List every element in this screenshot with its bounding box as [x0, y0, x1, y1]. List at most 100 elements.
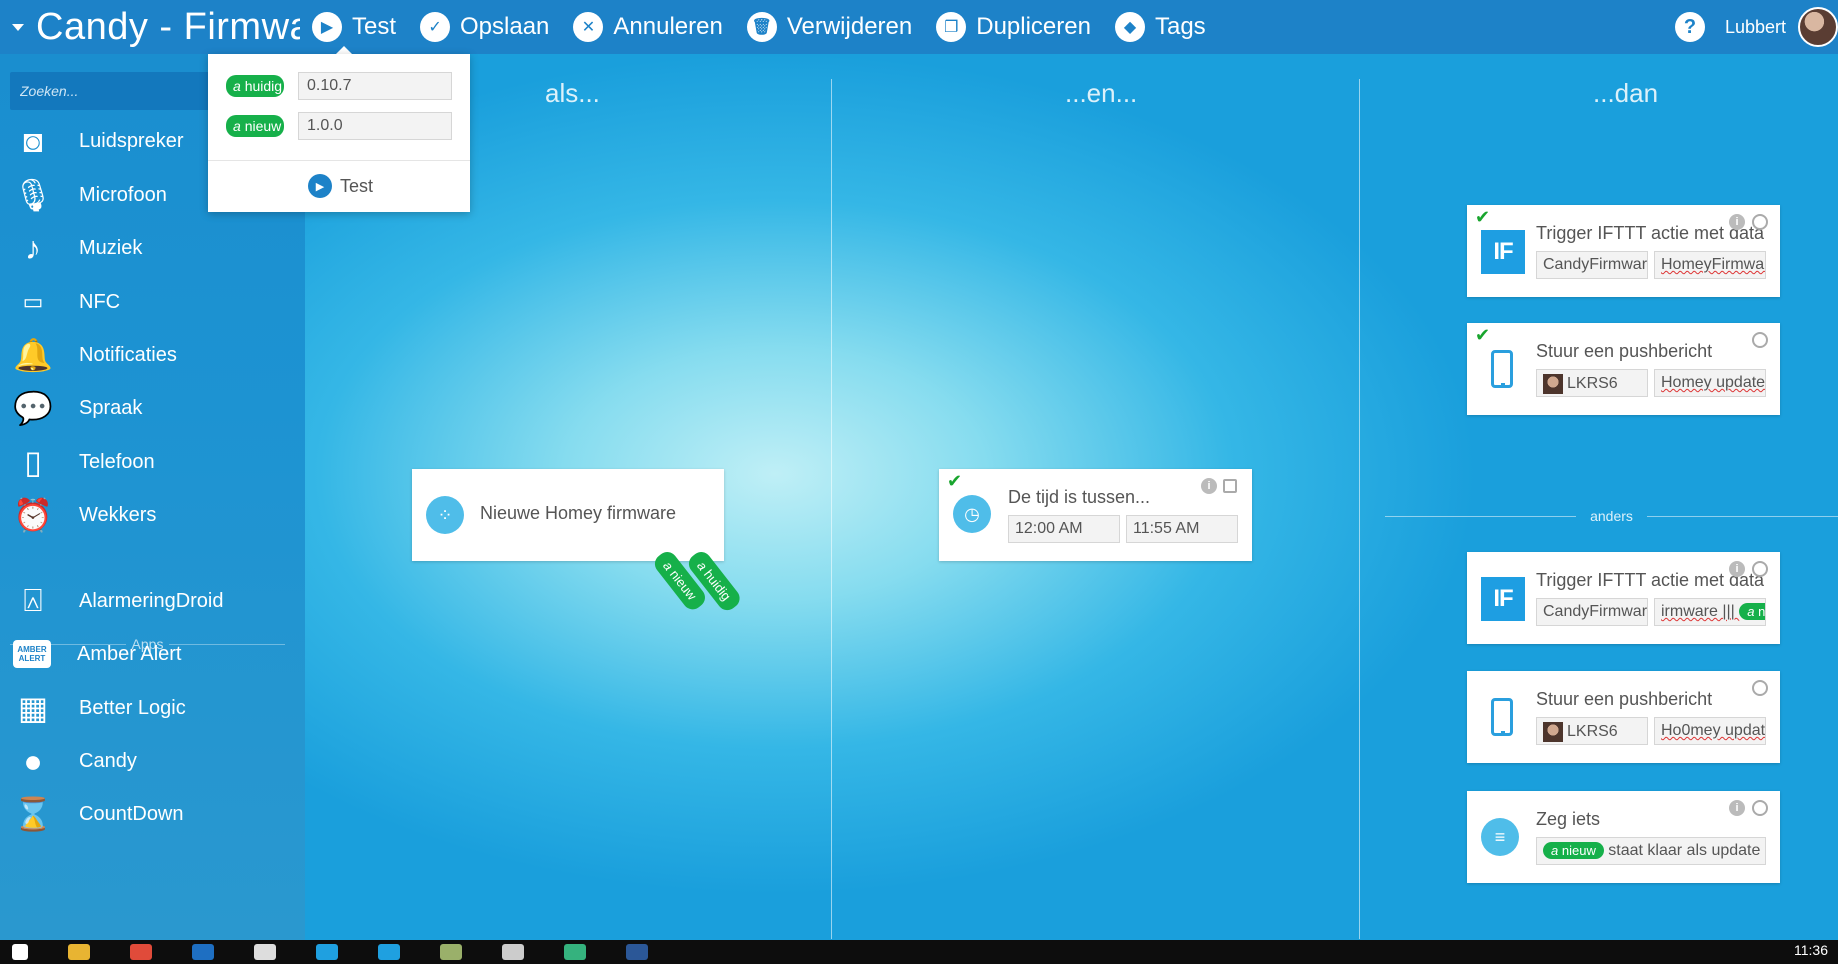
windows-start-icon[interactable] [12, 944, 28, 960]
skype-icon[interactable] [378, 944, 400, 960]
action-field[interactable]: CandyFirmware [1536, 251, 1648, 279]
app-icon[interactable] [502, 944, 524, 960]
sidebar-app-countdown[interactable]: ⌛ CountDown [0, 783, 305, 845]
flow-title[interactable]: Candy - Firmware [36, 6, 300, 49]
sidebar-item-spraak[interactable]: 💬 Spraak [0, 377, 305, 439]
user-select-field[interactable]: LKRS6 [1536, 369, 1648, 397]
title-area[interactable]: Candy - Firmware [0, 0, 300, 54]
action-field[interactable]: irmware ||| a nieuw [1654, 598, 1766, 626]
speaker-icon: ◙ [23, 122, 43, 159]
sidebar-item-label: Luidspreker [79, 129, 184, 152]
save-button[interactable]: ✓ Opslaan [408, 0, 561, 54]
timer-icon[interactable] [1752, 332, 1768, 348]
duplicate-label: Dupliceren [976, 13, 1091, 40]
notepad-icon[interactable] [440, 944, 462, 960]
chrome-icon[interactable] [130, 944, 152, 960]
search-input[interactable] [10, 72, 210, 110]
sidebar-app-amber-alert[interactable]: AMBER ALERT Amber Alert [0, 623, 305, 685]
sidebar-item-label: Muziek [79, 236, 143, 259]
word-icon[interactable] [626, 944, 648, 960]
skype-icon[interactable] [316, 944, 338, 960]
time-from-field[interactable]: 12:00 AM [1008, 515, 1120, 543]
invert-checkbox[interactable] [1223, 479, 1237, 493]
test-popover: a huidig a nieuw ▶ Test [208, 54, 470, 212]
phone-icon: ▯ [24, 444, 42, 480]
amber-alert-icon: AMBER ALERT [13, 640, 51, 668]
huidig-value-input[interactable] [298, 72, 452, 100]
user-name[interactable]: Lubbert [1725, 17, 1786, 38]
trigger-card[interactable]: ⁘ Nieuwe Homey firmware [412, 469, 724, 561]
speech-text-field[interactable]: a nieuw staat klaar als update [1536, 837, 1766, 865]
sidebar-item-label: Microfoon [79, 183, 167, 206]
condition-title: De tijd is tussen... [1008, 487, 1151, 507]
duplicate-button[interactable]: ❐ Dupliceren [924, 0, 1103, 54]
info-icon[interactable]: i [1729, 214, 1745, 230]
column-then-heading: ...dan [1593, 78, 1659, 108]
tags-button[interactable]: ◆ Tags [1103, 0, 1218, 54]
info-icon[interactable]: i [1729, 561, 1745, 577]
else-separator: anders [1385, 508, 1838, 524]
action-field[interactable]: Homey update [1654, 369, 1766, 397]
speech-bubble-icon: 💬 [13, 390, 53, 426]
sidebar-item-label: Candy [79, 749, 137, 772]
timer-icon[interactable] [1752, 800, 1768, 816]
top-bar: Candy - Firmware ▶ Test ✓ Opslaan ✕ Annu… [0, 0, 1838, 54]
user-area: ? Lubbert [1674, 0, 1838, 54]
chevron-down-icon[interactable] [12, 23, 24, 31]
time-to-field[interactable]: 11:55 AM [1126, 515, 1238, 543]
action-title: Stuur een pushbericht [1536, 689, 1713, 709]
sidebar-item-label: CountDown [79, 802, 184, 825]
action-field[interactable]: HomeyFirmware [1654, 251, 1766, 279]
nfc-icon: ▭ [22, 289, 44, 314]
condition-card[interactable]: ✔ ◷ De tijd is tussen... i 12:00 AM 11:5… [939, 469, 1252, 561]
tag-icon: ◆ [1114, 12, 1145, 42]
check-icon: ✓ [420, 12, 451, 42]
column-divider [1359, 79, 1360, 939]
action-field[interactable]: Ho0mey updat [1654, 717, 1766, 745]
column-divider [831, 79, 832, 939]
action-field[interactable]: CandyFirmware [1536, 598, 1648, 626]
else-action-card[interactable]: ≡ Zeg iets i a nieuw staat klaar als upd… [1467, 791, 1780, 883]
else-action-card[interactable]: Stuur een pushbericht LKRS6 Ho0mey updat [1467, 671, 1780, 763]
user-select-field[interactable]: LKRS6 [1536, 717, 1648, 745]
action-card[interactable]: ✔ IF Trigger IFTTT actie met data i Cand… [1467, 205, 1780, 297]
avatar [1543, 722, 1563, 742]
token-nieuw[interactable]: a nieuw [1739, 603, 1765, 620]
flow-canvas: als... ...en... ...dan ⁘ Nieuwe Homey fi… [305, 54, 1838, 940]
avatar [1543, 374, 1563, 394]
sidebar-item-label: AlarmeringDroid [79, 589, 224, 612]
app-icon[interactable] [564, 944, 586, 960]
sidebar-item-label: Better Logic [79, 696, 186, 719]
token-huidig: a huidig [226, 75, 284, 97]
else-action-card[interactable]: IF Trigger IFTTT actie met data i CandyF… [1467, 552, 1780, 644]
sidebar-item-wekkers[interactable]: ⏰ Wekkers [0, 484, 305, 546]
avatar[interactable] [1798, 7, 1838, 47]
nieuw-value-input[interactable] [298, 112, 452, 140]
timer-icon[interactable] [1752, 680, 1768, 696]
timer-icon[interactable] [1752, 214, 1768, 230]
sidebar-item-label: NFC [79, 290, 121, 313]
column-and-heading: ...en... [1065, 78, 1138, 108]
action-card[interactable]: ✔ Stuur een pushbericht LKRS6 Homey upda… [1467, 323, 1780, 415]
info-icon[interactable]: i [1729, 800, 1745, 816]
calculator-icon: ▦ [17, 690, 49, 726]
sidebar-item-label: Wekkers [79, 503, 157, 526]
help-icon[interactable]: ? [1674, 12, 1705, 42]
cancel-button[interactable]: ✕ Annuleren [561, 0, 734, 54]
popover-test-button[interactable]: ▶ Test [308, 174, 373, 198]
outlook-icon[interactable] [192, 944, 214, 960]
settings-icon[interactable] [254, 944, 276, 960]
siren-icon: ⍓ [23, 582, 43, 618]
folder-icon[interactable] [68, 944, 90, 960]
tags-label: Tags [1154, 13, 1206, 40]
info-icon[interactable]: i [1201, 478, 1217, 494]
sidebar-item-label: Spraak [79, 396, 143, 419]
test-button[interactable]: ▶ Test [300, 0, 408, 54]
clock-icon: ◷ [953, 495, 991, 533]
popover-row: a huidig [226, 72, 284, 100]
token-nieuw[interactable]: a nieuw [1543, 842, 1604, 859]
sidebar-item-muziek[interactable]: ♪ Muziek [0, 217, 305, 279]
delete-button[interactable]: 🗑 Verwijderen [735, 0, 924, 54]
play-icon: ▶ [312, 12, 342, 42]
timer-icon[interactable] [1752, 561, 1768, 577]
